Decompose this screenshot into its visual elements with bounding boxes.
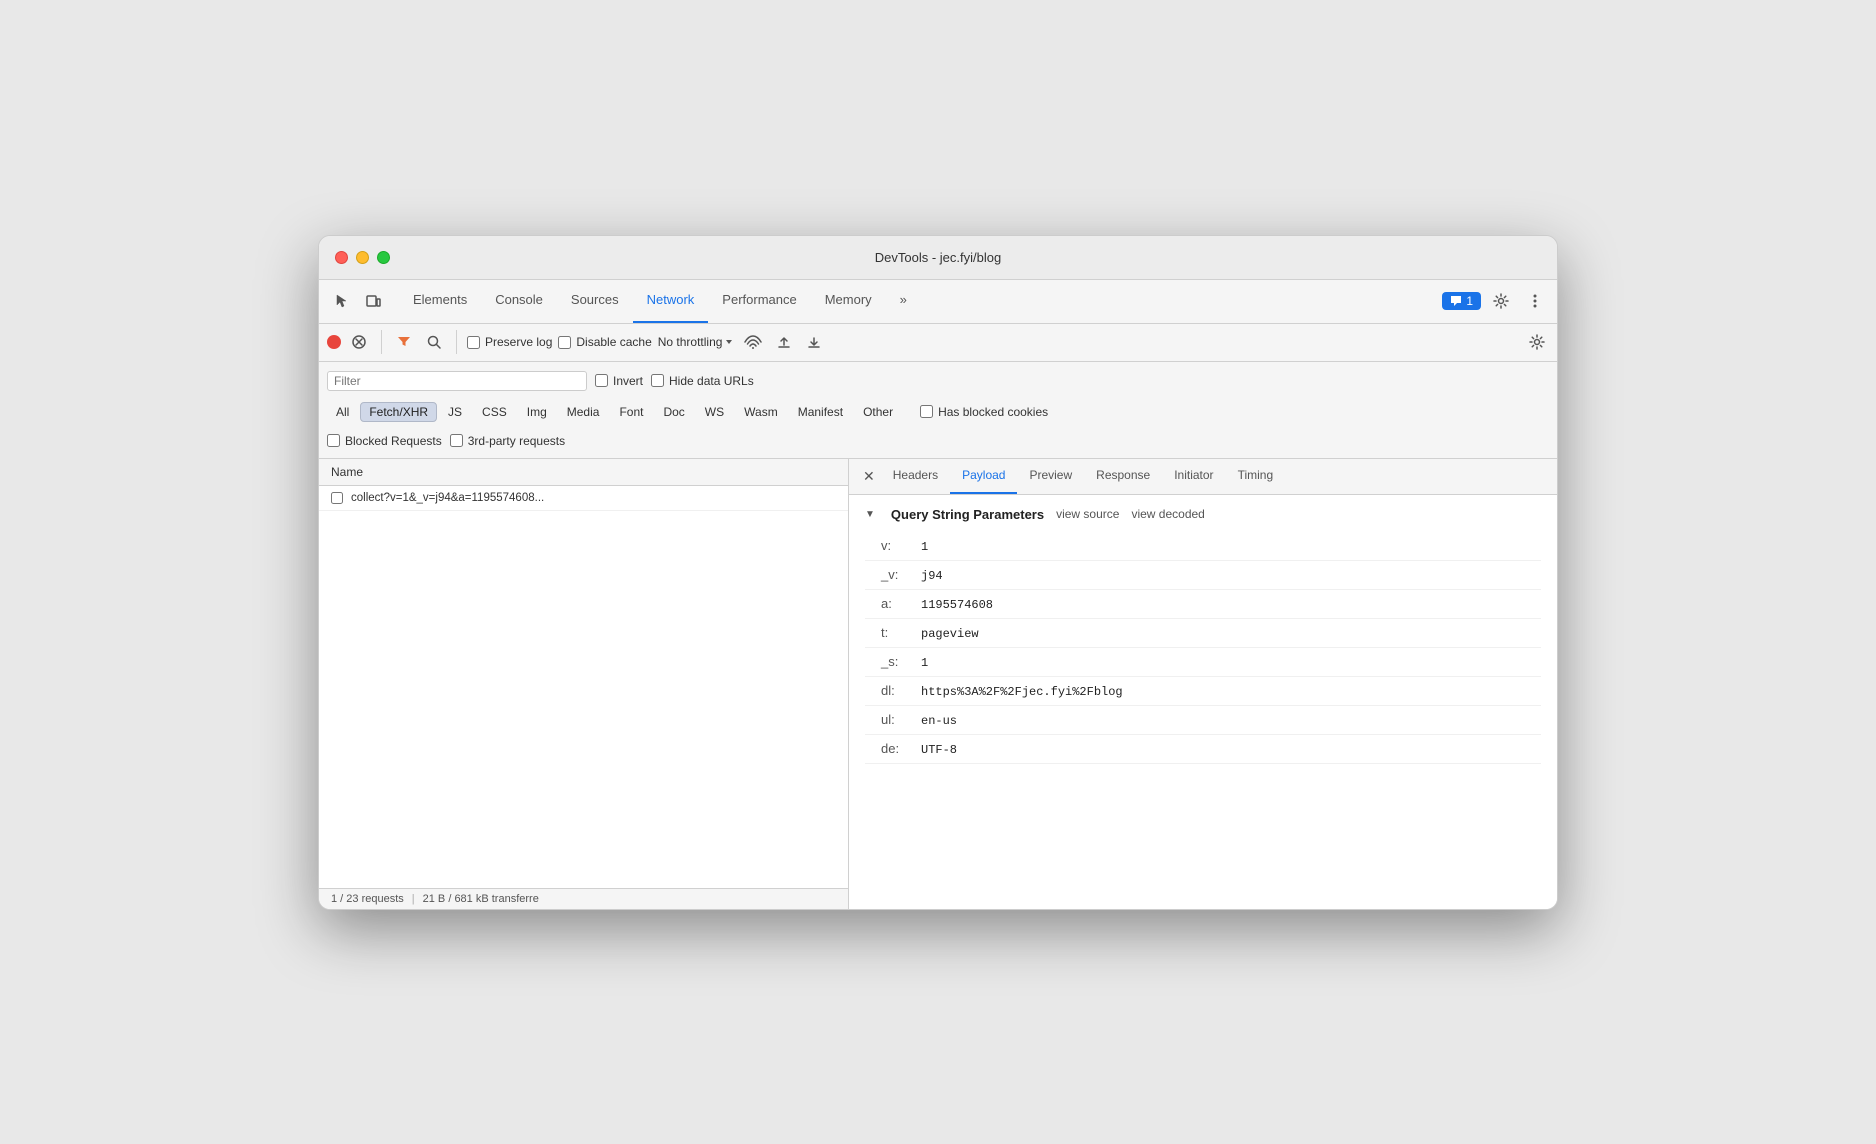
detail-tabs: ✕ Headers Payload Preview Response Initi… xyxy=(849,459,1557,495)
tab-network[interactable]: Network xyxy=(633,279,709,323)
devtools-window: DevTools - jec.fyi/blog Elements Console… xyxy=(318,235,1558,910)
hide-data-urls-checkbox[interactable] xyxy=(651,374,664,387)
filter-media[interactable]: Media xyxy=(558,402,609,422)
param-list: v: 1_v: j94a: 1195574608t: pageview_s: 1… xyxy=(865,532,1541,764)
upload-icon[interactable] xyxy=(772,332,796,352)
device-icon[interactable] xyxy=(359,289,387,313)
network-conditions-icon[interactable] xyxy=(740,333,766,351)
third-party-checkbox[interactable] xyxy=(450,434,463,447)
settings-icon-button[interactable] xyxy=(1487,289,1515,313)
view-source-link[interactable]: view source xyxy=(1056,507,1119,521)
param-row: t: pageview xyxy=(865,619,1541,648)
traffic-lights xyxy=(335,251,390,264)
tab-initiator[interactable]: Initiator xyxy=(1162,459,1225,495)
invert-label[interactable]: Invert xyxy=(595,374,643,388)
tab-preview[interactable]: Preview xyxy=(1017,459,1084,495)
download-icon[interactable] xyxy=(802,332,826,352)
preserve-log-label[interactable]: Preserve log xyxy=(467,335,552,349)
filter-input-wrap[interactable] xyxy=(327,371,587,391)
tab-elements[interactable]: Elements xyxy=(399,279,481,323)
filter-bar: Invert Hide data URLs All Fetch/XHR JS C… xyxy=(319,362,1557,459)
param-row: _v: j94 xyxy=(865,561,1541,590)
has-blocked-cookies-checkbox[interactable] xyxy=(920,405,933,418)
hide-data-urls-label[interactable]: Hide data URLs xyxy=(651,374,754,388)
settings-network-icon[interactable] xyxy=(1525,332,1549,352)
filter-font[interactable]: Font xyxy=(610,402,652,422)
toolbar-right: 1 xyxy=(1442,289,1549,313)
right-panel: ✕ Headers Payload Preview Response Initi… xyxy=(849,459,1557,909)
throttle-select[interactable]: No throttling xyxy=(658,335,735,349)
param-row: v: 1 xyxy=(865,532,1541,561)
titlebar: DevTools - jec.fyi/blog xyxy=(319,236,1557,280)
request-list: collect?v=1&_v=j94&a=1195574608... xyxy=(319,486,848,888)
filter-input[interactable] xyxy=(334,374,580,388)
tab-console[interactable]: Console xyxy=(481,279,557,323)
filter-wasm[interactable]: Wasm xyxy=(735,402,787,422)
has-blocked-cookies-label[interactable]: Has blocked cookies xyxy=(920,405,1048,419)
tab-memory[interactable]: Memory xyxy=(811,279,886,323)
tab-more[interactable]: » xyxy=(886,279,921,323)
left-panel: Name collect?v=1&_v=j94&a=1195574608... … xyxy=(319,459,849,909)
tab-sources[interactable]: Sources xyxy=(557,279,633,323)
request-name: collect?v=1&_v=j94&a=1195574608... xyxy=(351,492,544,504)
disable-cache-label[interactable]: Disable cache xyxy=(558,335,651,349)
name-header: Name xyxy=(319,459,848,486)
network-toolbar: Preserve log Disable cache No throttling xyxy=(319,324,1557,362)
tab-headers[interactable]: Headers xyxy=(881,459,950,495)
request-checkbox[interactable] xyxy=(331,492,343,504)
window-title: DevTools - jec.fyi/blog xyxy=(875,250,1001,265)
minimize-button[interactable] xyxy=(356,251,369,264)
tab-payload[interactable]: Payload xyxy=(950,459,1017,495)
chat-badge-button[interactable]: 1 xyxy=(1442,292,1481,310)
tab-response[interactable]: Response xyxy=(1084,459,1162,495)
search-icon[interactable] xyxy=(422,332,446,352)
tab-performance[interactable]: Performance xyxy=(708,279,810,323)
filter-manifest[interactable]: Manifest xyxy=(789,402,852,422)
filter-img[interactable]: Img xyxy=(518,402,556,422)
filter-doc[interactable]: Doc xyxy=(654,402,693,422)
preserve-log-checkbox[interactable] xyxy=(467,336,480,349)
third-party-label[interactable]: 3rd-party requests xyxy=(450,434,565,448)
section-title: Query String Parameters xyxy=(891,507,1044,522)
more-options-button[interactable] xyxy=(1521,289,1549,313)
param-row: _s: 1 xyxy=(865,648,1541,677)
main-toolbar: Elements Console Sources Network Perform… xyxy=(319,280,1557,324)
filter-all[interactable]: All xyxy=(327,402,358,422)
separator xyxy=(381,330,382,354)
tab-timing[interactable]: Timing xyxy=(1226,459,1286,495)
disable-cache-checkbox[interactable] xyxy=(558,336,571,349)
filter-fetch-xhr[interactable]: Fetch/XHR xyxy=(360,402,437,422)
filter-other[interactable]: Other xyxy=(854,402,902,422)
status-bar: 1 / 23 requests | 21 B / 681 kB transfer… xyxy=(319,888,848,909)
filter-ws[interactable]: WS xyxy=(696,402,733,422)
separator2 xyxy=(456,330,457,354)
close-panel-button[interactable]: ✕ xyxy=(857,466,881,487)
param-row: a: 1195574608 xyxy=(865,590,1541,619)
close-button[interactable] xyxy=(335,251,348,264)
view-decoded-link[interactable]: view decoded xyxy=(1131,507,1204,521)
record-button[interactable] xyxy=(327,335,341,349)
list-item[interactable]: collect?v=1&_v=j94&a=1195574608... xyxy=(319,486,848,511)
invert-checkbox[interactable] xyxy=(595,374,608,387)
clear-icon[interactable] xyxy=(347,332,371,352)
blocked-requests-label[interactable]: Blocked Requests xyxy=(327,434,442,448)
filter-js[interactable]: JS xyxy=(439,402,471,422)
filter-row1: Invert Hide data URLs xyxy=(327,366,1549,396)
param-row: de: UTF-8 xyxy=(865,735,1541,764)
section-header: ▼ Query String Parameters view source vi… xyxy=(865,507,1541,522)
cursor-icon[interactable] xyxy=(327,289,355,313)
filter-icon[interactable] xyxy=(392,332,416,352)
blocked-requests-checkbox[interactable] xyxy=(327,434,340,447)
filter-css[interactable]: CSS xyxy=(473,402,516,422)
filter-row3: Blocked Requests 3rd-party requests xyxy=(327,428,1549,458)
filter-types: All Fetch/XHR JS CSS Img Media Font Doc … xyxy=(327,396,1549,428)
tab-bar: Elements Console Sources Network Perform… xyxy=(391,280,1438,323)
payload-content: ▼ Query String Parameters view source vi… xyxy=(849,495,1557,909)
main-content: Name collect?v=1&_v=j94&a=1195574608... … xyxy=(319,459,1557,909)
param-row: ul: en-us xyxy=(865,706,1541,735)
collapse-arrow-icon: ▼ xyxy=(865,509,875,520)
maximize-button[interactable] xyxy=(377,251,390,264)
param-row: dl: https%3A%2F%2Fjec.fyi%2Fblog xyxy=(865,677,1541,706)
